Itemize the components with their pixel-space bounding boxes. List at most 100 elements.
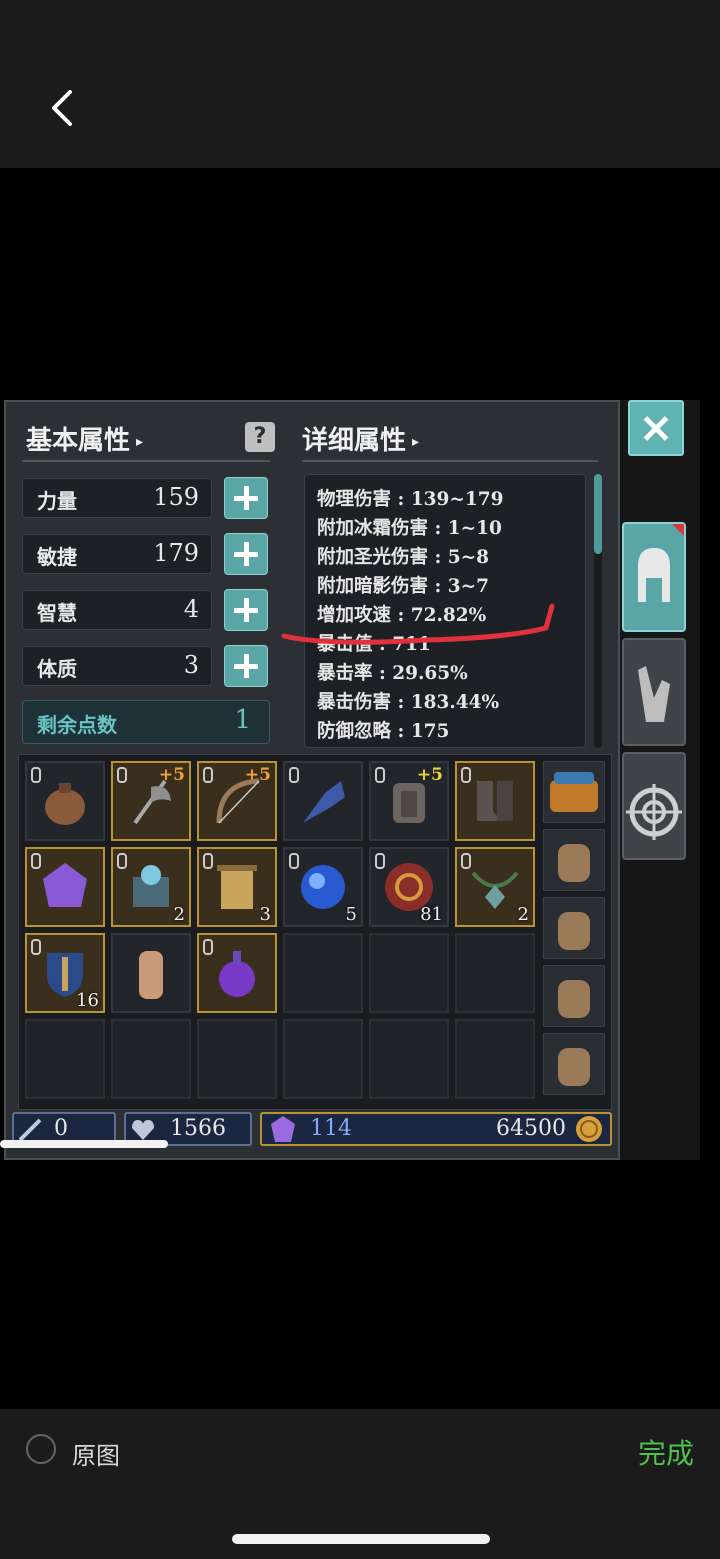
detail-line: 物理伤害 : 139~179 <box>317 489 504 510</box>
bag-tab[interactable] <box>543 829 605 891</box>
purple-gem-icon <box>43 863 87 907</box>
crystal-value: 114 <box>310 1116 352 1141</box>
stat-row-strength: 力量 159 <box>22 478 212 518</box>
original-image-radio[interactable] <box>26 1434 56 1464</box>
stat-value: 3 <box>183 651 199 679</box>
inventory-slot[interactable] <box>25 761 105 841</box>
purple-crystal-icon <box>271 1116 295 1142</box>
stat-row-wisdom: 智慧 4 <box>22 590 212 630</box>
stat-label: 智慧 <box>37 601 77 625</box>
detail-attributes-title[interactable]: 详细属性 ▸ <box>302 420 419 457</box>
inventory-slot[interactable]: 16 <box>25 933 105 1013</box>
remaining-points: 剩余点数 1 <box>22 700 270 744</box>
scroll-icon <box>217 865 257 909</box>
detail-attributes-title-text: 详细属性 <box>302 426 407 456</box>
inventory-slot-empty[interactable] <box>25 1019 105 1099</box>
inventory-slot-empty[interactable] <box>283 1019 363 1099</box>
top-bar <box>0 0 720 168</box>
inventory-slot[interactable]: 5 <box>283 847 363 927</box>
basic-attributes-title-text: 基本属性 <box>26 426 131 456</box>
blue-orb-icon <box>301 865 345 909</box>
tab-helmet[interactable] <box>622 522 686 632</box>
divider <box>22 460 270 462</box>
stat-label: 敏捷 <box>37 545 77 569</box>
add-strength-button[interactable] <box>224 477 268 519</box>
inventory-slot[interactable] <box>455 761 535 841</box>
inventory-slot[interactable]: +5 <box>197 761 277 841</box>
purple-potion-icon <box>219 951 255 997</box>
help-icon[interactable]: ? <box>245 422 275 452</box>
detail-line: 防御忽略 : 175 <box>317 721 450 742</box>
inventory-slot-empty[interactable] <box>111 1019 191 1099</box>
inventory-slot-empty[interactable] <box>369 933 449 1013</box>
stat-row-agility: 敏捷 179 <box>22 534 212 574</box>
bag-tab[interactable] <box>543 897 605 959</box>
detail-attributes-list[interactable]: 物理伤害 : 139~179 附加冰霜伤害 : 1~10 附加圣光伤害 : 5~… <box>304 474 586 748</box>
item-quantity: 3 <box>259 904 271 925</box>
stat-value: 4 <box>183 595 199 623</box>
inventory-slot[interactable] <box>25 847 105 927</box>
bag-tab[interactable] <box>543 1033 605 1095</box>
original-image-label[interactable]: 原图 <box>72 1436 120 1471</box>
stat-row-constitution: 体质 3 <box>22 646 212 686</box>
detail-line: 增加攻速 : 72.82% <box>317 605 487 626</box>
character-panel: 基本属性 ▸ ? 详细属性 ▸ 力量 159 敏捷 179 智慧 4 体质 3 剩余… <box>4 400 620 1160</box>
inventory-slot-empty[interactable] <box>455 1019 535 1099</box>
stat-value: 159 <box>153 483 199 511</box>
inventory-slot[interactable]: 2 <box>455 847 535 927</box>
stat-label: 力量 <box>37 489 77 513</box>
divider <box>302 460 598 462</box>
inventory-slot[interactable]: +5 <box>111 761 191 841</box>
crystal-gold-currency: 114 64500 <box>260 1112 612 1146</box>
scroll-thumb[interactable] <box>594 474 602 554</box>
detail-line: 暴击值 : 711 <box>317 634 431 655</box>
boots-icon <box>477 781 513 821</box>
bag-tab[interactable] <box>543 965 605 1027</box>
gauntlet-weapon-icon <box>303 781 345 823</box>
item-quantity: 2 <box>517 904 529 925</box>
inventory-slot[interactable] <box>111 933 191 1013</box>
inventory-slot[interactable] <box>197 933 277 1013</box>
inventory-grid: +5 +5 +5 2 3 5 81 2 16 <box>18 754 612 1110</box>
detail-line: 暴击伤害 : 183.44% <box>317 692 500 713</box>
tab-target[interactable] <box>622 752 686 860</box>
close-button[interactable] <box>628 400 684 456</box>
basic-attributes-title[interactable]: 基本属性 ▸ <box>26 420 143 457</box>
inventory-slot-empty[interactable] <box>283 933 363 1013</box>
backpack-icon <box>558 980 590 1018</box>
add-agility-button[interactable] <box>224 533 268 575</box>
coin-pouch-icon <box>45 783 85 825</box>
add-constitution-button[interactable] <box>224 645 268 687</box>
rune-box-icon <box>133 865 169 907</box>
done-button[interactable]: 完成 <box>638 1432 694 1472</box>
home-indicator[interactable] <box>232 1534 490 1544</box>
hearts-value: 1566 <box>170 1116 226 1141</box>
bag-tab[interactable] <box>543 761 605 823</box>
detail-line: 暴击率 : 29.65% <box>317 663 468 684</box>
battle-axe-icon <box>133 779 171 825</box>
tab-gloves[interactable] <box>622 638 686 746</box>
detail-line: 附加暗影伤害 : 3~7 <box>317 576 489 597</box>
backpack-icon <box>558 844 590 882</box>
helmet-icon <box>638 524 686 602</box>
inventory-slot-empty[interactable] <box>455 933 535 1013</box>
target-icon <box>626 784 682 840</box>
stat-value: 179 <box>153 539 199 567</box>
gold-value: 64500 <box>496 1116 566 1141</box>
inventory-slot-empty[interactable] <box>369 1019 449 1099</box>
back-button[interactable] <box>44 86 84 130</box>
bow-icon <box>216 778 260 824</box>
caret-icon: ▸ <box>412 434 420 450</box>
item-quantity: 81 <box>420 904 443 925</box>
inventory-slot[interactable]: +5 <box>369 761 449 841</box>
white-stroke-annotation <box>0 1140 168 1148</box>
remaining-points-label: 剩余点数 <box>37 713 117 737</box>
inventory-slot-empty[interactable] <box>197 1019 277 1099</box>
detail-scrollbar[interactable] <box>594 474 602 748</box>
inventory-slot[interactable]: 81 <box>369 847 449 927</box>
inventory-slot[interactable]: 2 <box>111 847 191 927</box>
inventory-slot[interactable] <box>283 761 363 841</box>
add-wisdom-button[interactable] <box>224 589 268 631</box>
detail-line: 附加圣光伤害 : 5~8 <box>317 547 489 568</box>
inventory-slot[interactable]: 3 <box>197 847 277 927</box>
